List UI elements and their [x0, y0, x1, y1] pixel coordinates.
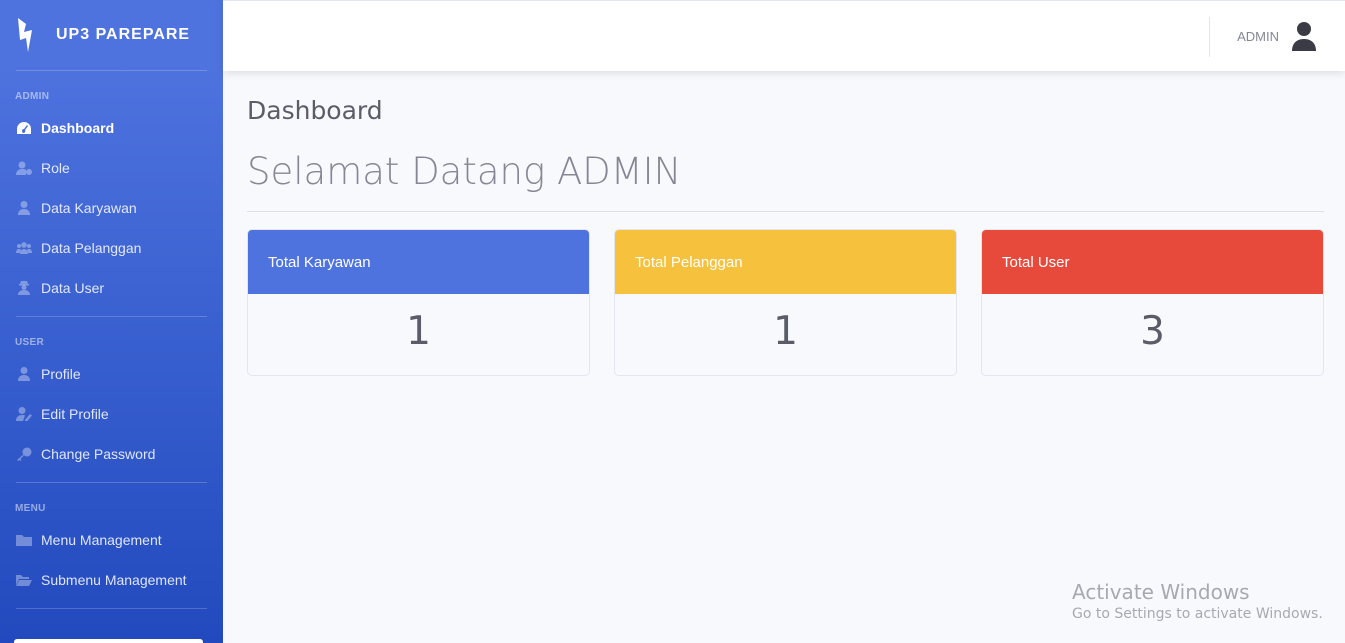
brand-name: UP3 PAREPARE: [56, 26, 191, 43]
content-divider: [247, 211, 1324, 212]
sidebar-heading-admin: ADMIN: [15, 91, 50, 102]
sidebar-heading-menu: MENU: [15, 503, 46, 514]
user-edit-icon: [15, 407, 33, 421]
folder-open-icon: [15, 573, 33, 587]
user-icon: [15, 367, 33, 381]
card-value: 1: [773, 308, 798, 354]
card-header: Total Karyawan: [248, 230, 589, 294]
card-total-user: Total User 3: [981, 229, 1324, 376]
sidebar: UP3 PAREPARE ADMIN Dashboard Role Data K…: [0, 0, 223, 643]
sidebar-item-label: Menu Management: [41, 532, 162, 548]
folder-icon: [15, 533, 33, 547]
card-total-karyawan: Total Karyawan 1: [247, 229, 590, 376]
topbar: ADMIN: [223, 0, 1345, 71]
main-content: Dashboard Selamat Datang ADMIN Total Kar…: [247, 71, 1324, 376]
summary-cards: Total Karyawan 1 Total Pelanggan 1 Total…: [247, 229, 1324, 376]
sidebar-item-label: Profile: [41, 366, 81, 382]
sidebar-item-data-pelanggan[interactable]: Data Pelanggan: [0, 228, 223, 268]
sidebar-item-menu-management[interactable]: Menu Management: [0, 520, 223, 560]
sidebar-item-submenu-management[interactable]: Submenu Management: [0, 560, 223, 600]
sidebar-item-label: Data User: [41, 280, 105, 296]
topbar-divider: [1209, 17, 1210, 57]
brand[interactable]: UP3 PAREPARE: [0, 0, 223, 70]
users-icon: [15, 241, 33, 255]
sidebar-item-role[interactable]: Role: [0, 148, 223, 188]
sidebar-toggle-button[interactable]: [14, 639, 203, 643]
card-header: Total User: [982, 230, 1323, 294]
sidebar-divider: [16, 608, 207, 609]
card-value: 1: [406, 308, 431, 354]
sidebar-item-label: Data Pelanggan: [41, 240, 142, 256]
activate-windows-watermark: Activate Windows Go to Settings to activ…: [1072, 580, 1323, 622]
welcome-heading: Selamat Datang ADMIN: [247, 150, 682, 193]
user-name: ADMIN: [1237, 28, 1279, 44]
sidebar-heading-user: USER: [15, 337, 44, 348]
sidebar-item-change-password[interactable]: Change Password: [0, 434, 223, 474]
sidebar-item-label: Change Password: [41, 446, 156, 462]
sidebar-item-label: Role: [41, 160, 70, 176]
user-avatar-icon: [1291, 21, 1317, 51]
bolt-icon: [16, 18, 38, 52]
sidebar-item-data-karyawan[interactable]: Data Karyawan: [0, 188, 223, 228]
tachometer-icon: [15, 121, 33, 135]
sidebar-item-data-user[interactable]: Data User: [0, 268, 223, 308]
user-cog-icon: [15, 161, 33, 175]
user-tie-icon: [15, 201, 33, 215]
sidebar-item-label: Edit Profile: [41, 406, 109, 422]
key-icon: [15, 447, 33, 461]
watermark-title: Activate Windows: [1072, 580, 1250, 604]
user-secret-icon: [15, 281, 33, 295]
sidebar-item-edit-profile[interactable]: Edit Profile: [0, 394, 223, 434]
sidebar-item-label: Data Karyawan: [41, 200, 137, 216]
card-value: 3: [1140, 308, 1165, 354]
sidebar-item-label: Dashboard: [41, 120, 115, 136]
card-header: Total Pelanggan: [615, 230, 956, 294]
card-total-pelanggan: Total Pelanggan 1: [614, 229, 957, 376]
watermark-subtitle: Go to Settings to activate Windows.: [1072, 606, 1323, 622]
user-dropdown[interactable]: ADMIN: [1237, 21, 1317, 51]
sidebar-item-dashboard[interactable]: Dashboard: [0, 108, 223, 148]
sidebar-item-profile[interactable]: Profile: [0, 354, 223, 394]
sidebar-item-label: Submenu Management: [41, 572, 187, 588]
page-title: Dashboard: [247, 96, 383, 125]
